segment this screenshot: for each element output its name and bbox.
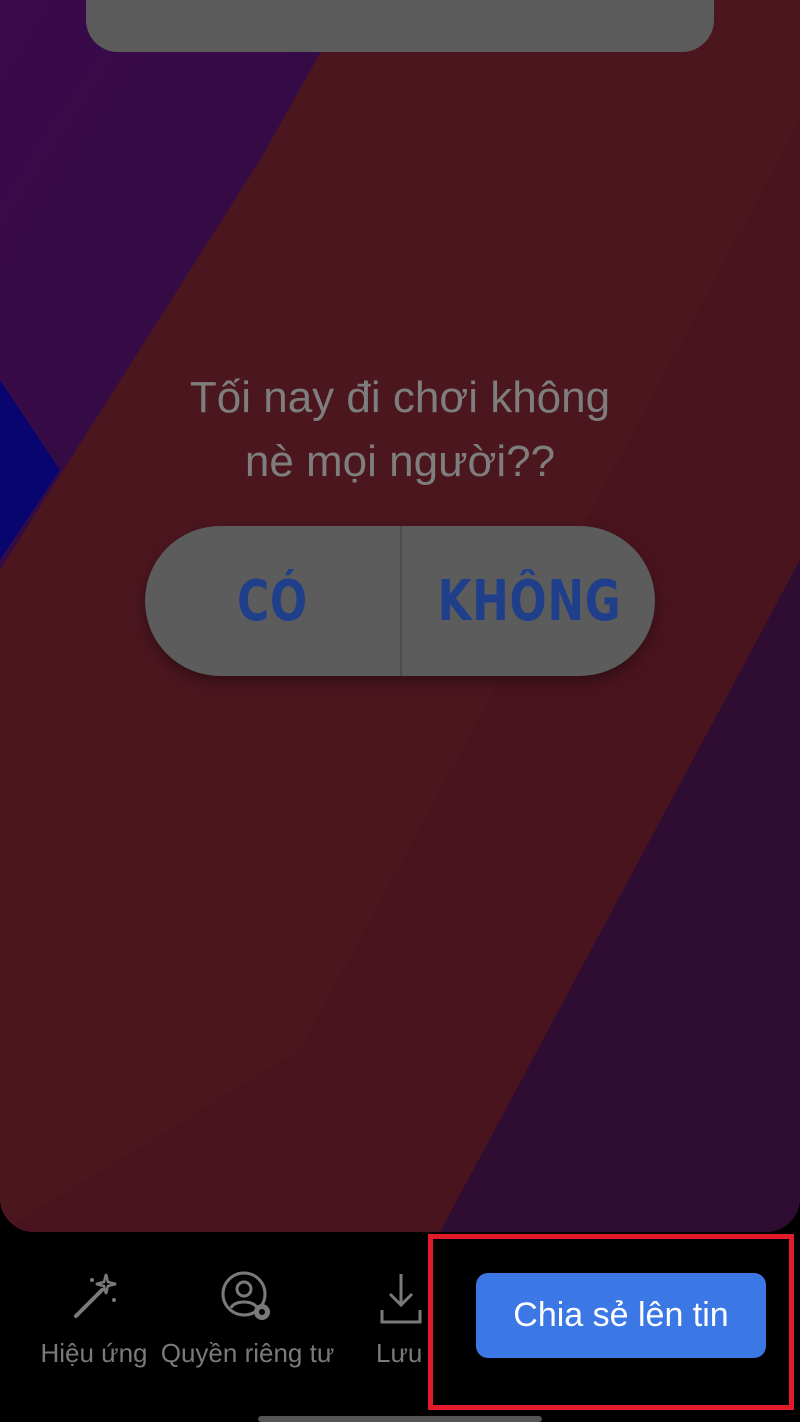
user-settings-icon xyxy=(221,1271,270,1320)
story-canvas: Tối nay đi chơi không nè mọi người?? CÓ … xyxy=(0,0,800,1232)
highlight-box xyxy=(428,1234,794,1410)
home-indicator xyxy=(258,1416,542,1422)
poll-option-no[interactable]: KHÔNG xyxy=(430,526,629,676)
privacy-label: Quyền riêng tư xyxy=(160,1338,335,1368)
poll-option-yes[interactable]: CÓ xyxy=(173,526,372,676)
save-button[interactable]: Lưu xyxy=(370,1270,432,1369)
download-icon xyxy=(380,1274,422,1324)
effects-button[interactable]: Hiệu ứng xyxy=(34,1270,154,1369)
poll-question[interactable]: Tối nay đi chơi không nè mọi người?? xyxy=(0,366,800,494)
save-label: Lưu xyxy=(376,1338,423,1368)
privacy-button[interactable]: Quyền riêng tư xyxy=(155,1270,340,1369)
magic-wand-icon xyxy=(74,1273,117,1318)
effects-label: Hiệu ứng xyxy=(40,1338,148,1368)
poll-divider xyxy=(400,526,402,676)
poll-sticker[interactable]: CÓ KHÔNG xyxy=(145,526,655,676)
color-palette xyxy=(86,0,714,52)
